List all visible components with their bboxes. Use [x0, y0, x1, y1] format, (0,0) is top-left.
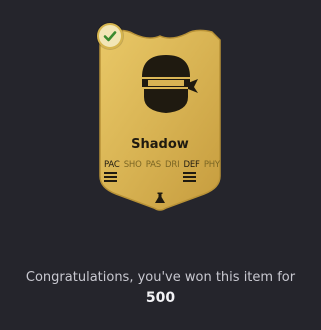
- congrats-message: Congratulations, you've won this item fo…: [25, 270, 296, 285]
- reward-screen: Shadow PAC SHO PAS DRI DEF PHY Congratul…: [0, 0, 321, 330]
- ninja-icon: [142, 55, 198, 113]
- stat-pac: PAC: [104, 160, 120, 182]
- won-amount: 500: [145, 290, 176, 306]
- stat-bars-icon: [183, 172, 197, 184]
- stat-label: PHY: [203, 160, 220, 170]
- flask-icon: [155, 192, 165, 203]
- stat-label: DRI: [165, 160, 180, 170]
- card-name: Shadow: [131, 137, 189, 152]
- stat-label: DEF: [183, 160, 200, 170]
- stat-pas: PAS: [146, 160, 161, 170]
- stat-label: PAC: [104, 160, 120, 170]
- stat-label: PAS: [145, 160, 161, 170]
- stat-phy: PHY: [204, 160, 220, 170]
- stats-row: PAC SHO PAS DRI DEF PHY: [104, 160, 220, 182]
- stat-sho: SHO: [124, 160, 142, 170]
- stat-bars-icon: [104, 172, 117, 184]
- stat-def: DEF: [183, 160, 200, 182]
- check-icon: [97, 23, 123, 49]
- stat-label: SHO: [123, 160, 142, 170]
- stat-dri: DRI: [165, 160, 180, 170]
- item-card: Shadow PAC SHO PAS DRI DEF PHY: [94, 23, 226, 214]
